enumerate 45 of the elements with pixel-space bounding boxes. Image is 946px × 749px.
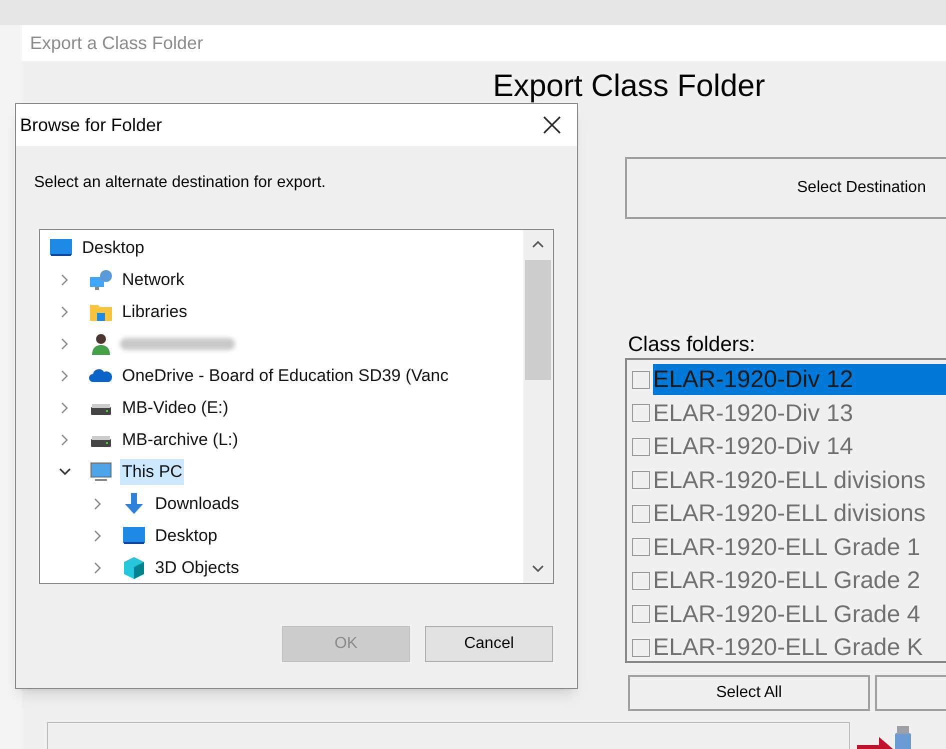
collapse-chevron-icon[interactable] [59, 466, 71, 478]
class-folder-item[interactable]: ELAR-1920-Div 13 [653, 398, 946, 429]
dialog-title: Browse for Folder [20, 114, 162, 136]
tree-item[interactable]: Network [120, 267, 186, 293]
class-folder-item[interactable]: ELAR-1920-ELL divisions [653, 464, 946, 496]
tree-item[interactable]: MB-archive (L:) [120, 427, 240, 453]
checkbox[interactable] [632, 605, 650, 624]
tree-item[interactable]: MB-Video (E:) [120, 395, 230, 421]
checkbox[interactable] [632, 638, 650, 657]
class-folder-item[interactable]: ELAR-1920-ELL Grade K [653, 632, 946, 661]
scroll-up-icon[interactable] [532, 240, 544, 248]
class-folder-item[interactable]: ELAR-1920-Div 14 [653, 431, 946, 462]
page-heading: Export Class Folder [492, 67, 766, 105]
tree-item[interactable]: 3D Objects [153, 555, 242, 581]
scrollbar[interactable] [523, 230, 553, 583]
class-folder-item[interactable]: ELAR-1920-Div 12 [653, 364, 946, 396]
scroll-down-icon[interactable] [532, 565, 544, 573]
class-folders-label: Class folders: [628, 332, 756, 358]
checkbox[interactable] [632, 404, 650, 422]
dialog-prompt: Select an alternate destination for export. [34, 174, 326, 191]
checkbox[interactable] [632, 370, 650, 389]
class-folder-item[interactable]: ELAR-1920-ELL divisions [653, 498, 946, 530]
tree-item[interactable]: OneDrive - Board of Education SD39 (Vanc [120, 363, 451, 389]
checkbox[interactable] [632, 572, 650, 590]
window-title: Export a Class Folder [30, 32, 204, 55]
select-destination-button[interactable]: Select Destination [625, 157, 946, 219]
computer-icon [88, 460, 114, 484]
checkbox[interactable] [632, 538, 650, 556]
cube-icon [121, 556, 147, 580]
tree-item[interactable]: Downloads [153, 491, 242, 517]
tree-item[interactable]: Libraries [120, 299, 190, 325]
class-folder-item[interactable]: ELAR-1920-ELL Grade 4 [653, 598, 946, 630]
close-icon[interactable] [543, 116, 561, 134]
class-folder-item[interactable]: ELAR-1920-ELL Grade 2 [653, 565, 946, 596]
tree-item[interactable]: Desktop [153, 523, 220, 549]
tree-item[interactable]: Desktop [80, 235, 146, 261]
tree-item[interactable]: This PC [120, 459, 184, 485]
scroll-thumb[interactable] [525, 260, 551, 380]
checkbox[interactable] [632, 471, 650, 490]
class-folder-item[interactable]: ELAR-1920-ELL Grade 1 [653, 532, 946, 563]
checkbox[interactable] [632, 438, 650, 456]
network-icon [88, 268, 114, 292]
cancel-button[interactable]: Cancel [425, 626, 553, 662]
select-all-button[interactable]: Select All [628, 675, 870, 711]
checkbox[interactable] [632, 504, 650, 523]
